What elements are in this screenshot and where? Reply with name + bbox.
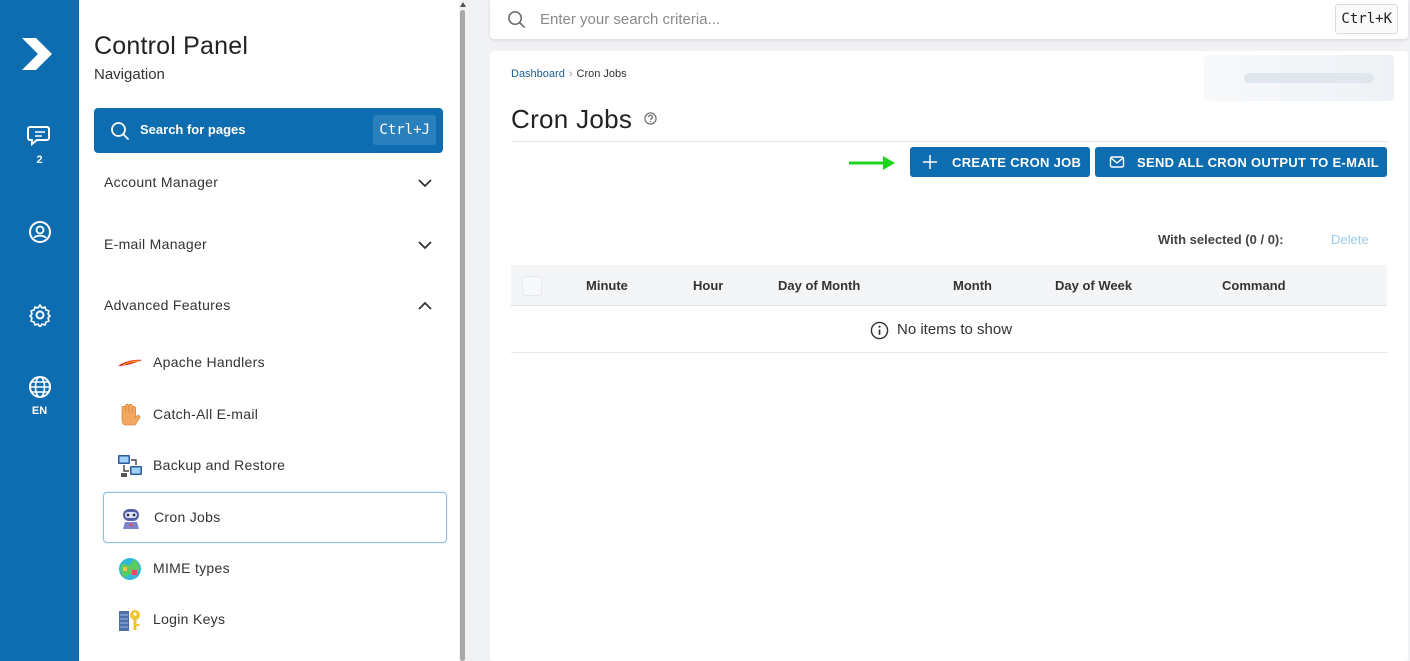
send-cron-output-button[interactable]: SEND ALL CRON OUTPUT TO E-MAIL: [1095, 147, 1387, 177]
page-title: Cron Jobs: [511, 104, 633, 134]
breadcrumb-current: Cron Jobs: [576, 68, 627, 80]
column-header-day-of-month[interactable]: Day of Month: [778, 278, 860, 293]
main-panel: Dashboard › Cron Jobs Cron Jobs CREATE CRO…: [490, 51, 1408, 661]
breadcrumb-chevron-icon: ›: [568, 68, 573, 80]
navigation-sidebar: Control Panel Navigation Search for page…: [79, 0, 459, 661]
section-label: Advanced Features: [104, 297, 231, 313]
account-rail-button[interactable]: [0, 220, 79, 244]
apache-feather-icon: [118, 359, 142, 366]
column-header-minute[interactable]: Minute: [586, 278, 628, 293]
sidebar-item-cron-jobs[interactable]: Cron Jobs: [103, 492, 447, 543]
chat-bubbles-icon: [26, 126, 50, 147]
breadcrumb: Dashboard › Cron Jobs: [511, 68, 627, 80]
search-icon: [111, 122, 129, 140]
user-circle-icon: [28, 221, 51, 243]
global-search-bar: Ctrl+K: [490, 0, 1408, 39]
sidebar-subtitle: Navigation: [94, 66, 165, 83]
sidebar-item-label: Apache Handlers: [153, 354, 265, 370]
mail-icon: [1109, 156, 1125, 168]
robot-icon: [123, 509, 139, 529]
messages-badge: 2: [36, 154, 43, 166]
with-selected-label: With selected (0 / 0):: [1158, 232, 1284, 247]
title-divider: [511, 141, 1387, 142]
search-pages-label: Search for pages: [140, 122, 246, 137]
create-cron-job-button[interactable]: CREATE CRON JOB: [910, 147, 1090, 177]
help-circle-icon[interactable]: [644, 112, 657, 125]
send-cron-output-label: SEND ALL CRON OUTPUT TO E-MAIL: [1137, 155, 1380, 170]
column-header-day-of-week[interactable]: Day of Week: [1055, 278, 1132, 293]
gear-icon: [28, 304, 51, 327]
search-pages-button[interactable]: Search for pages Ctrl+J: [94, 108, 443, 153]
sidebar-section-advanced-features[interactable]: Advanced Features: [94, 286, 443, 326]
select-all-checkbox[interactable]: [522, 276, 542, 296]
sidebar-item-label: MIME types: [153, 560, 230, 576]
empty-message: No items to show: [897, 321, 1013, 338]
table-empty-row: No items to show: [511, 306, 1387, 353]
sidebar-scrollbar[interactable]: [460, 10, 465, 661]
key-icon: [119, 610, 140, 631]
language-rail-button[interactable]: EN: [0, 375, 79, 417]
chevron-down-icon: [418, 241, 432, 250]
info-circle-icon: [870, 321, 889, 340]
delete-button[interactable]: Delete: [1331, 232, 1369, 247]
backup-computers-icon: [118, 455, 142, 477]
section-label: Account Manager: [104, 174, 219, 190]
column-header-hour[interactable]: Hour: [693, 278, 723, 293]
messages-rail-button[interactable]: 2: [0, 124, 79, 166]
sidebar-item-mime-types[interactable]: MIME types: [103, 544, 447, 595]
sidebar-item-label: Login Keys: [153, 611, 226, 627]
chevron-up-icon: [418, 301, 432, 310]
sidebar-section-account-manager[interactable]: Account Manager: [94, 163, 443, 203]
table-header: Minute Hour Day of Month Month Day of We…: [511, 265, 1387, 306]
logo-icon[interactable]: [18, 34, 58, 74]
create-cron-job-label: CREATE CRON JOB: [952, 155, 1082, 170]
sidebar-item-login-keys[interactable]: Login Keys: [103, 595, 447, 646]
scroll-up-arrow-icon[interactable]: [459, 0, 467, 8]
hand-icon: [121, 403, 141, 426]
sidebar-item-apache-handlers[interactable]: Apache Handlers: [103, 338, 447, 389]
language-label: EN: [31, 405, 48, 417]
section-label: E-mail Manager: [104, 236, 208, 252]
sidebar-title: Control Panel: [94, 32, 249, 60]
search-pages-shortcut: Ctrl+J: [373, 115, 436, 145]
left-rail: 2 EN: [0, 0, 79, 661]
plus-icon: [923, 155, 937, 169]
sidebar-item-backup-and-restore[interactable]: Backup and Restore: [103, 441, 447, 492]
globe-icon: [28, 376, 51, 398]
chevron-down-icon: [418, 179, 432, 188]
global-search-input[interactable]: [540, 6, 1240, 33]
sidebar-item-catch-all-email[interactable]: Catch-All E-mail: [103, 390, 447, 441]
settings-rail-button[interactable]: [0, 303, 79, 327]
sidebar-item-label: Backup and Restore: [153, 457, 286, 473]
annotation-arrow-icon: [849, 156, 895, 170]
sidebar-section-email-manager[interactable]: E-mail Manager: [94, 225, 443, 265]
breadcrumb-dashboard-link[interactable]: Dashboard: [511, 68, 565, 80]
globe-colorful-icon: [119, 558, 141, 580]
search-shortcut: Ctrl+K: [1335, 4, 1398, 34]
blurred-widget: [1204, 55, 1394, 101]
column-header-command[interactable]: Command: [1222, 278, 1286, 293]
search-icon: [508, 11, 525, 28]
sidebar-item-label: Catch-All E-mail: [153, 406, 259, 422]
column-header-month[interactable]: Month: [953, 278, 992, 293]
sidebar-item-label: Cron Jobs: [154, 509, 221, 525]
